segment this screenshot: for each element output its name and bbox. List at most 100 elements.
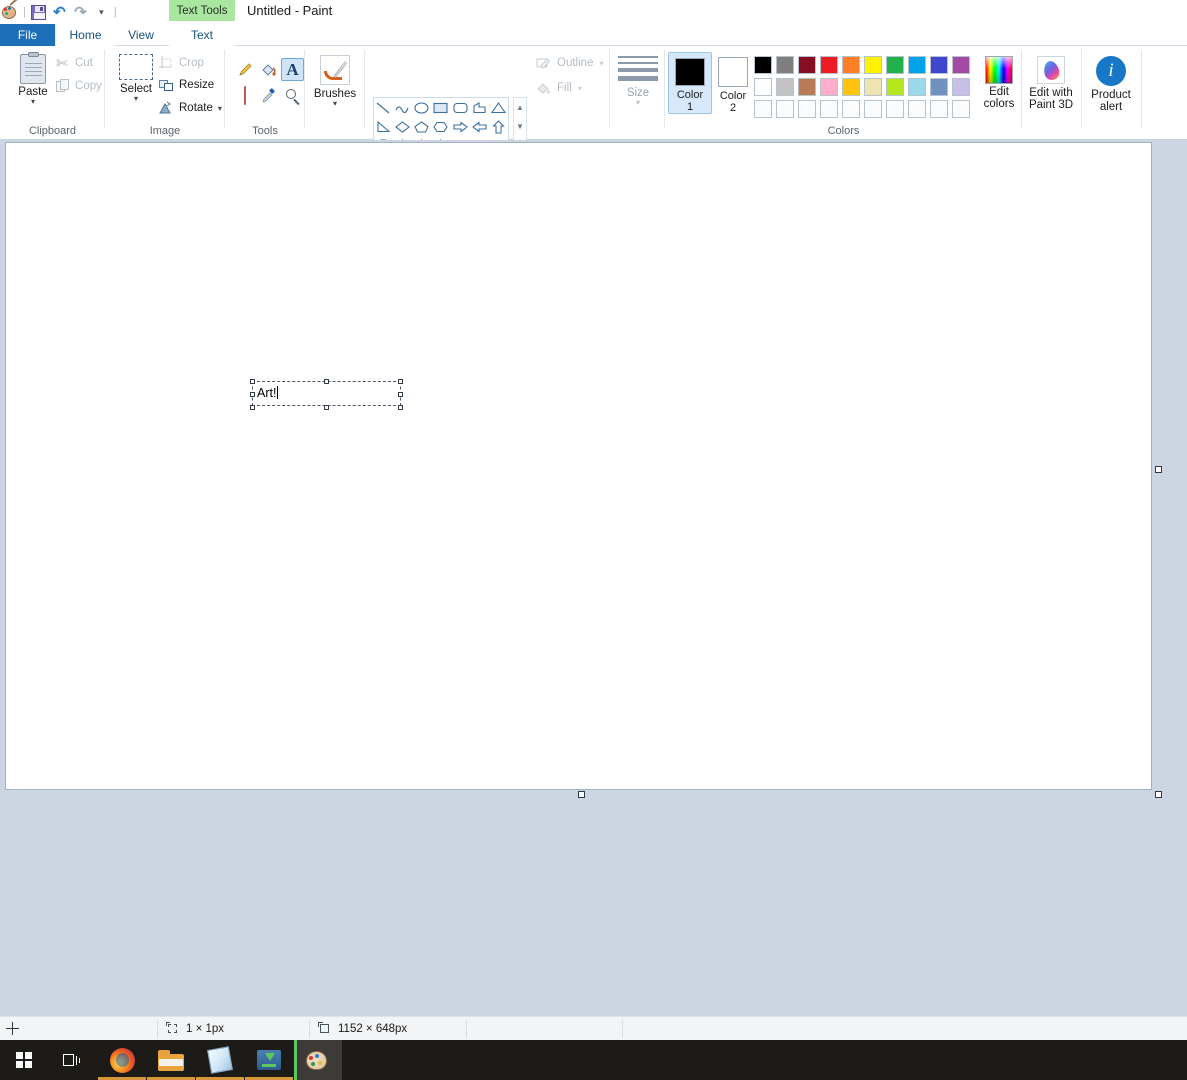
palette-swatch[interactable]	[906, 76, 928, 98]
palette-swatch[interactable]	[796, 54, 818, 76]
shape-polygon[interactable]	[470, 98, 489, 117]
shape-curve[interactable]	[393, 98, 412, 117]
pencil-tool-button[interactable]	[233, 58, 256, 81]
product-alert-button[interactable]: i Product alert	[1082, 56, 1140, 113]
drawing-canvas[interactable]: Art!	[5, 142, 1152, 790]
shape-up-arrow[interactable]	[489, 117, 508, 136]
color-palette[interactable]	[752, 54, 972, 120]
palette-swatch[interactable]	[884, 54, 906, 76]
shape-rounded-rectangle[interactable]	[451, 98, 470, 117]
palette-swatch[interactable]	[752, 76, 774, 98]
color-picker-tool-button[interactable]	[257, 84, 280, 107]
shape-triangle[interactable]	[489, 98, 508, 117]
shape-right-triangle[interactable]	[374, 117, 393, 136]
shape-line[interactable]	[374, 98, 393, 117]
shape-oval[interactable]	[412, 98, 431, 117]
palette-swatch[interactable]	[840, 54, 862, 76]
tab-view[interactable]: View	[116, 24, 166, 46]
text-tool-button[interactable]: A	[281, 58, 304, 81]
textbox-handle-top-left[interactable]	[250, 379, 255, 384]
palette-swatch[interactable]	[950, 76, 972, 98]
textbox-handle-bottom-center[interactable]	[324, 405, 329, 410]
palette-swatch[interactable]	[906, 54, 928, 76]
cut-button[interactable]: ✄ Cut	[56, 56, 93, 70]
outline-caret-icon[interactable]: ▾	[599, 58, 603, 69]
palette-swatch[interactable]	[884, 76, 906, 98]
textbox-handle-middle-right[interactable]	[398, 392, 403, 397]
file-explorer-taskbar-icon[interactable]	[147, 1040, 195, 1080]
palette-swatch-empty[interactable]	[818, 98, 840, 120]
palette-swatch[interactable]	[818, 76, 840, 98]
select-caret-icon[interactable]: ▾	[134, 95, 138, 103]
tab-file[interactable]: File	[0, 24, 55, 46]
palette-swatch-empty[interactable]	[906, 98, 928, 120]
textbox-handle-bottom-right[interactable]	[398, 405, 403, 410]
palette-swatch[interactable]	[928, 76, 950, 98]
edit-colors-button[interactable]: Edit colors	[979, 56, 1019, 110]
start-button[interactable]	[0, 1040, 48, 1080]
color-2-button[interactable]: Color 2	[711, 52, 755, 114]
palette-swatch-empty[interactable]	[774, 98, 796, 120]
rotate-caret-icon[interactable]: ▾	[218, 103, 222, 114]
crop-button[interactable]: Crop	[159, 56, 204, 70]
textbox-handle-bottom-left[interactable]	[250, 405, 255, 410]
textbox-handle-top-right[interactable]	[398, 379, 403, 384]
palette-swatch-empty[interactable]	[752, 98, 774, 120]
undo-icon[interactable]: ↶	[49, 2, 70, 23]
customize-qat-caret-icon[interactable]: ▾	[91, 2, 112, 23]
fill-caret-icon[interactable]: ▾	[578, 83, 582, 94]
paste-caret-icon[interactable]: ▾	[31, 98, 35, 106]
palette-swatch-empty[interactable]	[950, 98, 972, 120]
tab-home[interactable]: Home	[55, 24, 115, 46]
task-view-button[interactable]	[48, 1040, 96, 1080]
palette-swatch[interactable]	[928, 54, 950, 76]
notepad-taskbar-icon[interactable]	[196, 1040, 244, 1080]
fill-tool-button[interactable]	[257, 58, 280, 81]
text-entry-box[interactable]: Art!	[250, 379, 403, 410]
outline-button[interactable]: Outline ▾	[536, 56, 603, 70]
resize-button[interactable]: Resize	[159, 78, 214, 92]
select-button[interactable]: Select ▾	[113, 54, 159, 103]
palette-swatch[interactable]	[774, 54, 796, 76]
firefox-taskbar-icon[interactable]	[98, 1040, 146, 1080]
palette-swatch-empty[interactable]	[928, 98, 950, 120]
palette-swatch[interactable]	[950, 54, 972, 76]
palette-swatch[interactable]	[818, 54, 840, 76]
color-1-button[interactable]: Color 1	[668, 52, 712, 114]
palette-swatch-empty[interactable]	[796, 98, 818, 120]
textbox-handle-middle-left[interactable]	[250, 392, 255, 397]
shape-rectangle[interactable]	[431, 98, 450, 117]
palette-swatch-empty[interactable]	[884, 98, 906, 120]
tab-text[interactable]: Text	[169, 24, 235, 46]
gallery-scroll-down-icon[interactable]: ▼	[516, 122, 524, 131]
palette-swatch[interactable]	[752, 54, 774, 76]
canvas-resize-handle-corner[interactable]	[1155, 791, 1162, 798]
canvas-resize-handle-bottom[interactable]	[578, 791, 585, 798]
palette-swatch[interactable]	[862, 54, 884, 76]
shape-pentagon[interactable]	[412, 117, 431, 136]
redo-icon[interactable]: ↷	[70, 2, 91, 23]
palette-swatch[interactable]	[796, 76, 818, 98]
brushes-button[interactable]: Brushes ▾	[311, 55, 359, 108]
palette-swatch[interactable]	[774, 76, 796, 98]
store-taskbar-icon[interactable]	[245, 1040, 293, 1080]
palette-swatch[interactable]	[862, 76, 884, 98]
shape-right-arrow[interactable]	[451, 117, 470, 136]
paint-taskbar-icon[interactable]	[294, 1040, 342, 1080]
textbox-handle-top-center[interactable]	[324, 379, 329, 384]
gallery-scroll-up-icon[interactable]: ▲	[516, 103, 524, 112]
canvas-resize-handle-right[interactable]	[1155, 466, 1162, 473]
fill-button[interactable]: Fill ▾	[536, 81, 582, 95]
eraser-tool-button[interactable]	[233, 84, 256, 107]
brushes-caret-icon[interactable]: ▾	[333, 100, 337, 108]
save-icon[interactable]	[28, 2, 49, 23]
shape-left-arrow[interactable]	[470, 117, 489, 136]
size-button[interactable]: Size ▾	[615, 56, 661, 106]
palette-swatch[interactable]	[840, 76, 862, 98]
rotate-button[interactable]: Rotate ▾	[159, 101, 222, 115]
shape-diamond[interactable]	[393, 117, 412, 136]
palette-swatch-empty[interactable]	[840, 98, 862, 120]
edit-with-paint-3d-button[interactable]: Edit with Paint 3D	[1022, 56, 1080, 111]
copy-button[interactable]: Copy	[56, 79, 102, 93]
size-caret-icon[interactable]: ▾	[636, 98, 640, 106]
